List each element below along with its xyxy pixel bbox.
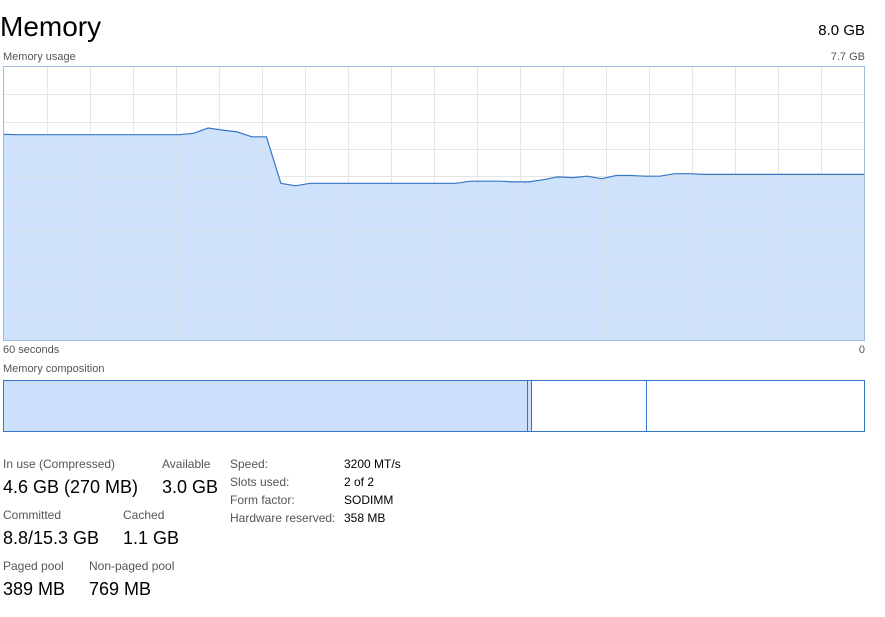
form-factor-value: SODIMM	[344, 493, 394, 507]
speed-label: Speed:	[230, 457, 269, 471]
hardware-reserved-value: 358 MB	[344, 511, 386, 525]
composition-standby-segment[interactable]	[532, 381, 647, 431]
memory-composition-bar[interactable]	[3, 380, 865, 432]
slots-used-value: 2 of 2	[344, 475, 375, 489]
committed-value: 8.8/15.3 GB	[3, 528, 100, 548]
graph-grid-overlay	[4, 67, 864, 340]
graph-time-end-label: 0	[858, 344, 865, 356]
composition-free-segment[interactable]	[647, 381, 864, 431]
memory-usage-label: Memory usage	[3, 51, 76, 63]
paged-pool-label: Paged pool	[3, 559, 64, 573]
in-use-label: In use (Compressed)	[3, 457, 116, 471]
total-memory: 8.0 GB	[818, 22, 865, 39]
cached-value: 1.1 GB	[123, 528, 180, 548]
committed-label: Committed	[3, 508, 62, 522]
hardware-reserved-label: Hardware reserved:	[230, 511, 336, 525]
in-use-value: 4.6 GB (270 MB)	[3, 477, 139, 497]
non-paged-pool-value: 769 MB	[89, 579, 152, 599]
graph-time-start-label: 60 seconds	[3, 344, 60, 356]
non-paged-pool-label: Non-paged pool	[89, 559, 175, 573]
memory-usage-chart	[4, 67, 864, 340]
memory-usage-graph[interactable]	[3, 66, 865, 341]
cached-label: Cached	[123, 508, 165, 522]
paged-pool-value: 389 MB	[3, 579, 66, 599]
slots-used-label: Slots used:	[230, 475, 290, 489]
composition-in-use-segment[interactable]	[4, 381, 528, 431]
available-label: Available	[162, 457, 211, 471]
speed-value: 3200 MT/s	[344, 457, 401, 471]
page-title: Memory	[0, 11, 102, 42]
available-value: 3.0 GB	[162, 477, 219, 497]
memory-usage-max-label: 7.7 GB	[830, 51, 865, 63]
form-factor-label: Form factor:	[230, 493, 295, 507]
memory-composition-label: Memory composition	[3, 363, 105, 375]
